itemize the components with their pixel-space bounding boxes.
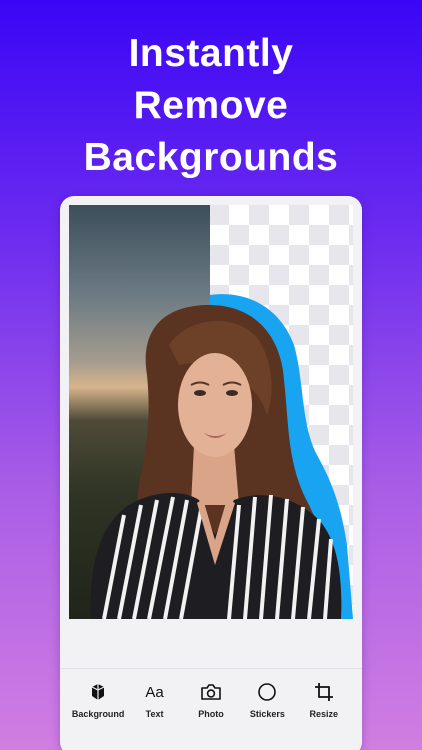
toolbar-background-label: Background	[71, 709, 125, 719]
editor-toolbar: Background Aa Text Photo Stickers Resize	[60, 668, 362, 728]
crop-icon	[313, 681, 335, 703]
right-eye	[226, 390, 238, 396]
sticker-circle-icon	[256, 681, 278, 703]
toolbar-stickers-button[interactable]: Stickers	[239, 681, 295, 719]
headline-line-2: Remove	[133, 84, 289, 127]
toolbar-resize-label: Resize	[309, 709, 339, 719]
headline-line-1: Instantly	[128, 32, 294, 75]
headline: Instantly Remove Backgrounds	[0, 28, 422, 184]
toolbar-text-button[interactable]: Aa Text	[127, 681, 183, 720]
toolbar-resize-button[interactable]: Resize	[296, 681, 352, 719]
toolbar-photo-button[interactable]: Photo	[183, 681, 239, 719]
phone-mockup: Background Aa Text Photo Stickers Resize	[60, 196, 362, 750]
editor-canvas[interactable]	[69, 205, 353, 619]
background-icon	[87, 681, 109, 703]
person-cutout	[90, 294, 353, 619]
headline-line-3: Backgrounds	[83, 136, 339, 179]
text-icon: Aa	[145, 683, 164, 701]
toolbar-photo-label: Photo	[198, 709, 224, 719]
face	[178, 353, 252, 457]
toolbar-text-label: Text	[145, 709, 164, 719]
toolbar-stickers-label: Stickers	[249, 709, 285, 719]
camera-icon	[200, 681, 222, 703]
toolbar-background-button[interactable]: Background	[70, 681, 126, 719]
left-eye	[194, 390, 206, 396]
